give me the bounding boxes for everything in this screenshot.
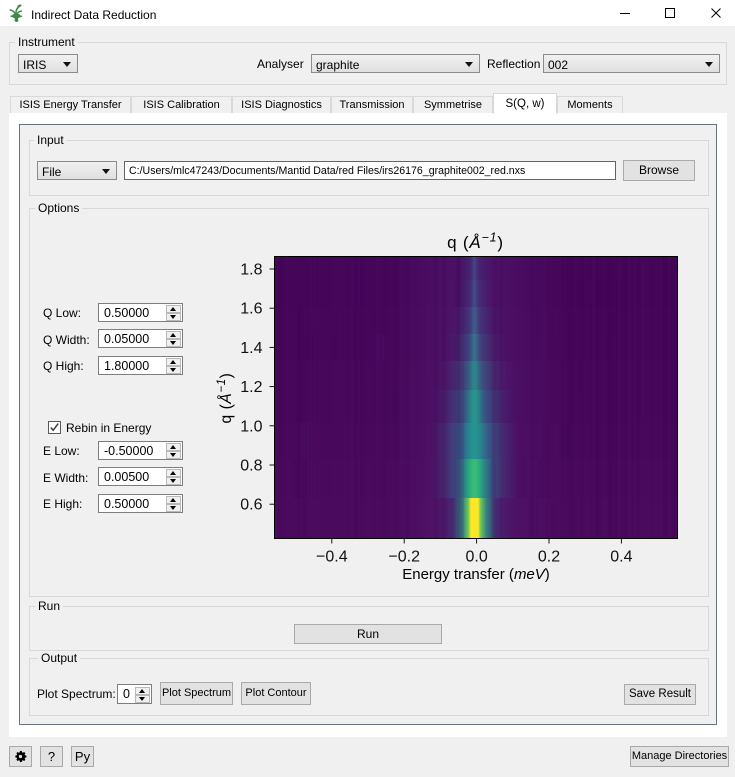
svg-text:1.0: 1.0 bbox=[240, 418, 262, 435]
svg-text:1.2: 1.2 bbox=[240, 379, 262, 396]
svg-text:1.6: 1.6 bbox=[240, 301, 262, 318]
svg-text:0.2: 0.2 bbox=[538, 549, 560, 566]
svg-text:0.8: 0.8 bbox=[240, 458, 262, 475]
svg-text:q (Å−1): q (Å−1) bbox=[447, 231, 504, 253]
svg-text:1.8: 1.8 bbox=[240, 262, 262, 279]
svg-text:−0.2: −0.2 bbox=[388, 549, 420, 566]
svg-text:1.4: 1.4 bbox=[240, 340, 262, 357]
svg-text:0.0: 0.0 bbox=[465, 549, 487, 566]
svg-text:0.6: 0.6 bbox=[240, 497, 262, 514]
svg-text:q (Å−1): q (Å−1) bbox=[216, 373, 235, 424]
svg-text:0.4: 0.4 bbox=[610, 549, 632, 566]
svg-text:−0.4: −0.4 bbox=[316, 549, 348, 566]
svg-text:Energy transfer (meV): Energy transfer (meV) bbox=[402, 566, 550, 583]
